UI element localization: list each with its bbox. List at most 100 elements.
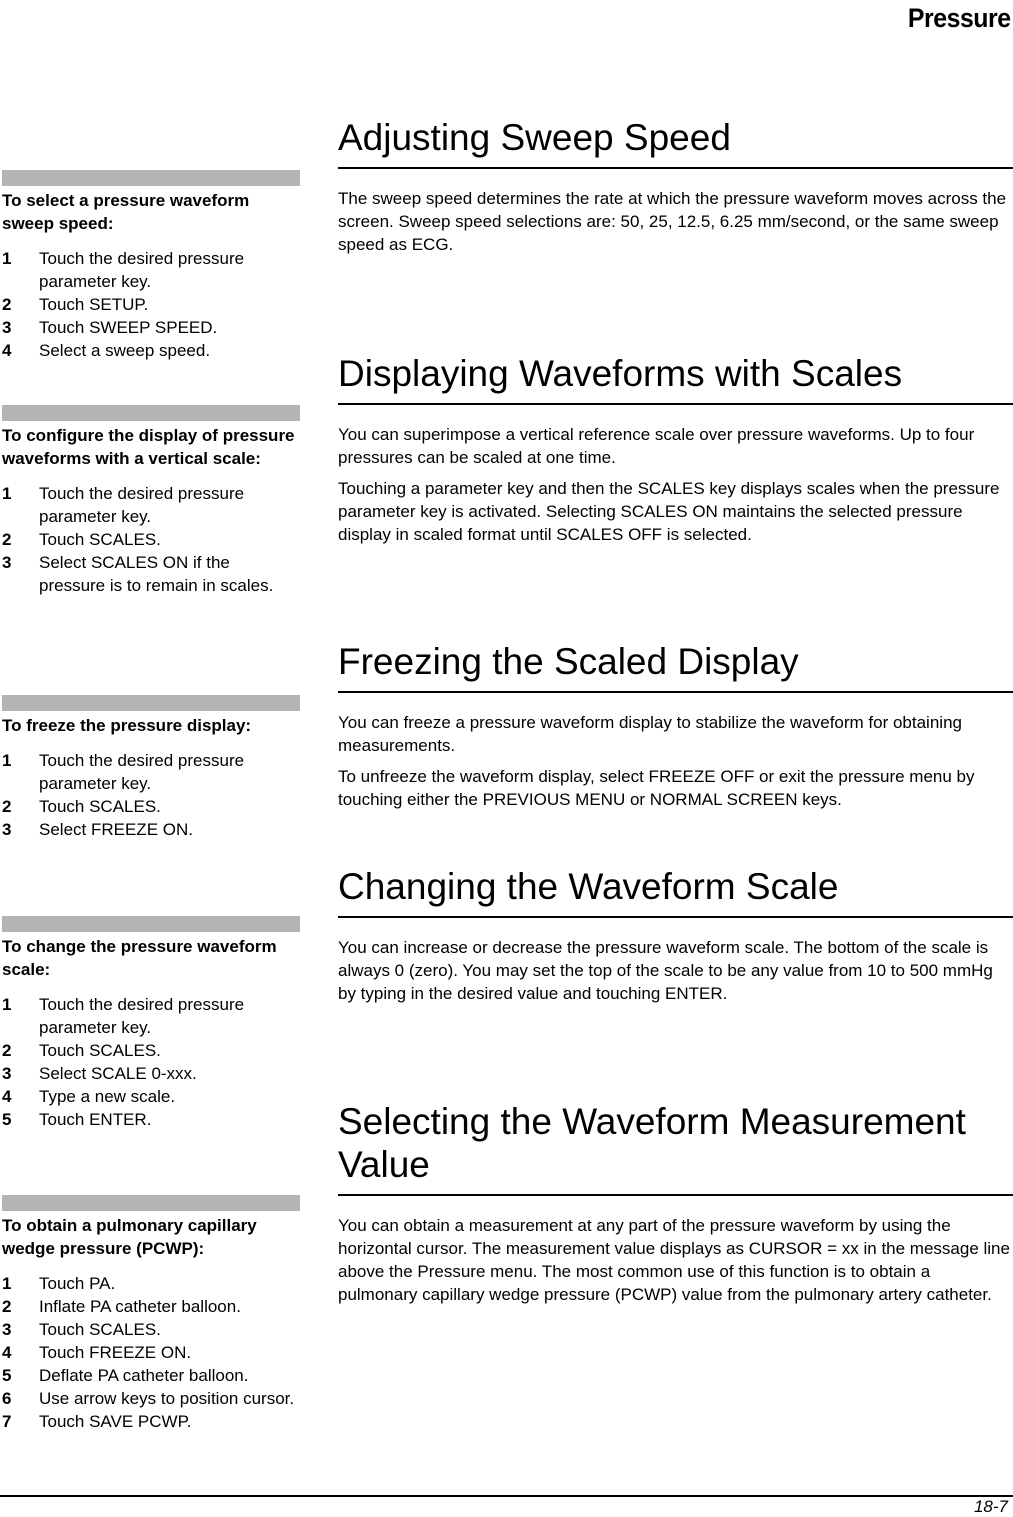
sidebar-divider-bar (2, 695, 300, 711)
step-number: 4 (2, 1087, 12, 1106)
step-text: Select FREEZE ON. (39, 820, 193, 839)
step-text: Use arrow keys to position cursor. (39, 1389, 295, 1408)
step-number: 4 (2, 1343, 12, 1362)
step-text: Type a new scale. (39, 1087, 176, 1106)
procedure-step: 4 Touch FREEZE ON. (2, 1341, 300, 1364)
section-paragraph: The sweep speed determines the rate at w… (338, 189, 1007, 254)
procedure-step: 1 Touch PA. (2, 1272, 300, 1295)
procedure-step: 6 Use arrow keys to position cursor. (2, 1387, 300, 1410)
step-text: Touch PA. (39, 1274, 116, 1293)
step-text: Touch the desired pressure parameter key… (39, 249, 245, 291)
procedure-steps: 1 Touch the desired pressure parameter ke… (2, 993, 300, 1131)
procedure-step: 4 Type a new scale. (2, 1085, 300, 1108)
step-number: 5 (2, 1110, 12, 1129)
section-paragraph: You can superimpose a vertical reference… (338, 425, 975, 467)
procedure-step: 1 Touch the desired pressure parameter ke… (2, 993, 300, 1039)
procedure-step: 3 Select FREEZE ON. (2, 818, 300, 841)
step-number: 3 (2, 1064, 12, 1083)
step-number: 6 (2, 1389, 12, 1408)
procedure-title: To freeze the pressure display: (2, 716, 252, 735)
procedure-title: To configure the display of pressure wav… (2, 426, 295, 468)
procedure-step: 4 Select a sweep speed. (2, 339, 300, 362)
step-number: 1 (2, 1274, 12, 1293)
sidebar-divider-bar (2, 1195, 300, 1211)
step-text: Touch SCALES. (39, 1041, 161, 1060)
procedure-step: 2 Touch SETUP. (2, 293, 300, 316)
section-freezing-scaled-display: Freezing the Scaled Display You can free… (338, 640, 1013, 811)
section-paragraph: To unfreeze the waveform display, select… (338, 767, 975, 809)
procedure-step: 1 Touch the desired pressure parameter ke… (2, 749, 300, 795)
section-paragraph: You can increase or decrease the pressur… (338, 938, 993, 1003)
step-text: Touch FREEZE ON. (39, 1343, 192, 1362)
procedure-sweep-speed: To select a pressure waveform sweep spee… (2, 170, 300, 362)
procedure-step: 2 Inflate PA catheter balloon. (2, 1295, 300, 1318)
section-displaying-waveforms-scales: Displaying Waveforms with Scales You can… (338, 352, 1013, 546)
step-text: Touch the desired pressure parameter key… (39, 484, 245, 526)
step-number: 1 (2, 751, 12, 770)
step-text: Deflate PA catheter balloon. (39, 1366, 249, 1385)
section-heading: Changing the Waveform Scale (338, 865, 1013, 918)
procedure-step: 3 Select SCALE 0-xxx. (2, 1062, 300, 1085)
procedure-steps: 1 Touch the desired pressure parameter ke… (2, 247, 300, 362)
sidebar-divider-bar (2, 405, 300, 421)
procedure-step: 2 Touch SCALES. (2, 795, 300, 818)
step-text: Touch SAVE PCWP. (39, 1412, 192, 1431)
procedure-vertical-scale: To configure the display of pressure wav… (2, 405, 300, 597)
step-number: 2 (2, 530, 12, 549)
section-adjusting-sweep-speed: Adjusting Sweep Speed The sweep speed de… (338, 116, 1013, 256)
procedure-freeze-display: To freeze the pressure display: 1 Touch t… (2, 695, 300, 841)
section-paragraph: You can obtain a measurement at any part… (338, 1216, 1010, 1304)
step-number: 3 (2, 553, 12, 572)
section-heading: Adjusting Sweep Speed (338, 116, 1013, 169)
step-number: 2 (2, 295, 12, 314)
step-number: 1 (2, 995, 12, 1014)
procedure-steps: 1 Touch PA. 2 Inflate PA catheter balloon.… (2, 1272, 300, 1433)
step-text: Touch SCALES. (39, 797, 161, 816)
procedure-step: 1 Touch the desired pressure parameter ke… (2, 482, 300, 528)
step-text: Touch the desired pressure parameter key… (39, 995, 245, 1037)
procedure-title: To change the pressure waveform scale: (2, 937, 277, 979)
step-text: Touch SCALES. (39, 1320, 161, 1339)
section-heading: Selecting the Waveform Measurement Value (338, 1100, 1013, 1196)
step-text: Select SCALE 0-xxx. (39, 1064, 197, 1083)
step-text: Inflate PA catheter balloon. (39, 1297, 241, 1316)
step-number: 2 (2, 797, 12, 816)
procedure-title: To obtain a pulmonary capillary wedge pr… (2, 1216, 257, 1258)
procedure-title: To select a pressure waveform sweep spee… (2, 191, 250, 233)
procedure-step: 2 Touch SCALES. (2, 528, 300, 551)
procedure-pcwp: To obtain a pulmonary capillary wedge pr… (2, 1195, 300, 1433)
procedure-steps: 1 Touch the desired pressure parameter ke… (2, 482, 300, 597)
procedure-step: 1 Touch the desired pressure parameter ke… (2, 247, 300, 293)
footer-rule (0, 1495, 1013, 1497)
procedure-step: 5 Deflate PA catheter balloon. (2, 1364, 300, 1387)
step-number: 4 (2, 341, 12, 360)
step-number: 7 (2, 1412, 12, 1431)
section-heading: Displaying Waveforms with Scales (338, 352, 1013, 405)
step-number: 3 (2, 318, 12, 337)
section-changing-waveform-scale: Changing the Waveform Scale You can incr… (338, 865, 1013, 1005)
section-paragraph: Touching a parameter key and then the SC… (338, 479, 1000, 544)
step-text: Select a sweep speed. (39, 341, 211, 360)
step-text: Select SCALES ON if the pressure is to r… (39, 553, 274, 595)
section-heading: Freezing the Scaled Display (338, 640, 1013, 693)
step-number: 2 (2, 1297, 12, 1316)
step-text: Touch the desired pressure parameter key… (39, 751, 245, 793)
procedure-change-scale: To change the pressure waveform scale: 1… (2, 916, 300, 1131)
section-selecting-measurement-value: Selecting the Waveform Measurement Value… (338, 1100, 1013, 1306)
step-text: Touch SCALES. (39, 530, 161, 549)
procedure-step: 7 Touch SAVE PCWP. (2, 1410, 300, 1433)
step-number: 5 (2, 1366, 12, 1385)
step-number: 2 (2, 1041, 12, 1060)
procedure-step: 3 Touch SWEEP SPEED. (2, 316, 300, 339)
procedure-step: 2 Touch SCALES. (2, 1039, 300, 1062)
procedure-step: 3 Select SCALES ON if the pressure is to … (2, 551, 300, 597)
section-paragraph: You can freeze a pressure waveform displ… (338, 713, 962, 755)
step-number: 1 (2, 249, 12, 268)
step-text: Touch ENTER. (39, 1110, 152, 1129)
procedure-step: 5 Touch ENTER. (2, 1108, 300, 1131)
running-head-title: Pressure (908, 3, 1011, 33)
page-number: 18-7 (973, 1497, 1008, 1516)
sidebar-divider-bar (2, 170, 300, 186)
step-number: 1 (2, 484, 12, 503)
step-text: Touch SWEEP SPEED. (39, 318, 218, 337)
